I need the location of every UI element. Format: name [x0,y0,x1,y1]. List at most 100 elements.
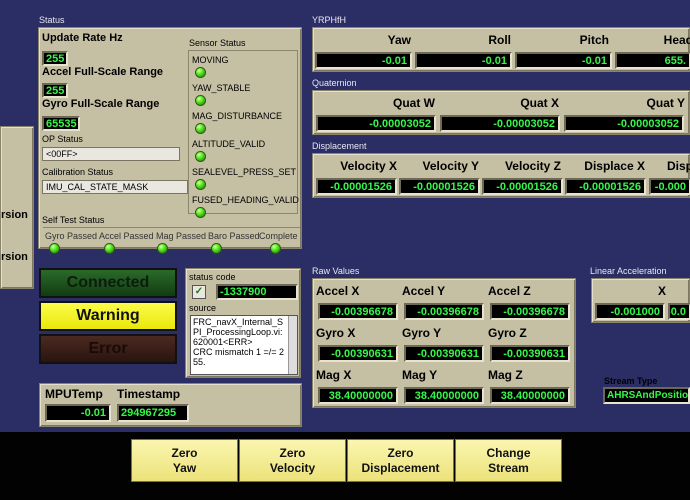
error-cluster: status code ✓ -1337900 source FRC_navX_I… [185,268,301,378]
stream-type-value[interactable]: AHRSAndPositioni [603,387,690,404]
disp-value: -0.000 [649,178,690,195]
yaw-value: -0.01 [315,52,412,69]
sensor-moving-led [195,67,206,78]
mpu-temp-value: -0.01 [45,404,111,422]
heading-value: 655. [615,52,690,69]
accel-y-value: -0.00396678 [404,303,484,320]
mag-x-value: 38.40000000 [318,387,398,404]
error-code-value: -1337900 [216,284,298,300]
op-status-label: OP Status [42,134,83,144]
mag-z-label: Mag Z [488,368,523,382]
quat-y-header: Quat Y [646,96,685,110]
linear-panel: X -0.001000 -0.0 [591,278,690,323]
change-stream-line2: Stream [488,460,529,475]
sensor-fused-heading-led [195,207,206,218]
clipped-label-1: rsion [1,209,28,221]
warning-indicator: Warning [39,301,177,331]
linear-y-value: -0.0 [668,303,690,320]
displace-x-header: Displace X [584,159,645,173]
velocity-z-header: Velocity Z [504,159,561,173]
status-panel: Update Rate Hz 255 Accel Full-Scale Rang… [38,27,302,254]
sensor-moving-label: MOVING [192,55,229,65]
zero-velocity-button[interactable]: Zero Velocity [239,439,346,482]
clipped-label-2: rsion [1,251,28,263]
accel-z-value: -0.00396678 [490,303,570,320]
error-code-label: code [216,272,236,282]
roll-header: Roll [488,33,511,47]
displacement-section-title: Displacement [312,141,367,151]
gyro-fs-value: 65535 [42,116,80,131]
error-indicator: Error [39,334,177,364]
cal-status-value: IMU_CAL_STATE_MASK [42,180,188,194]
raw-panel: Accel X Accel Y Accel Z -0.00396678 -0.0… [312,278,576,408]
zero-velocity-line1: Zero [279,445,306,460]
sensor-status-box: MOVING YAW_STABLE MAG_DISTURBANCE ALTITU… [188,50,299,218]
zero-yaw-button[interactable]: Zero Yaw [131,439,238,482]
self-test-baro-led [211,243,222,254]
zero-yaw-line2: Yaw [172,460,197,475]
self-test-gyro-led [49,243,60,254]
yprh-section-title: YRPHfH [312,15,347,25]
gyro-z-label: Gyro Z [488,326,527,340]
self-test-accel-label: Accel Passed [99,231,154,241]
gyro-fs-label: Gyro Full-Scale Range [42,98,160,110]
sensor-sealevel-label: SEALEVEL_PRESS_SET [192,167,297,177]
velocity-z-value: -0.00001526 [482,178,563,195]
accel-fs-value: 255 [42,83,68,98]
zero-displacement-line1: Zero [387,445,414,460]
yprh-panel: Yaw Roll Pitch Head -0.01 -0.01 -0.01 65… [312,27,690,72]
quaternion-section-title: Quaternion [312,78,357,88]
self-test-label: Self Test Status [42,215,105,225]
accel-fs-label: Accel Full-Scale Range [42,66,164,78]
status-section-title: Status [39,15,65,25]
zero-displacement-button[interactable]: Zero Displacement [347,439,454,482]
gyro-z-value: -0.00390631 [490,345,570,362]
gyro-y-label: Gyro Y [402,326,442,340]
self-test-complete-label: Complete [259,231,298,241]
change-stream-line1: Change [486,445,531,460]
mpu-panel: MPUTemp -0.01 Timestamp 294967295 [39,383,302,427]
self-test-mag-led [157,243,168,254]
mag-y-value: 38.40000000 [404,387,484,404]
self-test-complete-led [270,243,281,254]
gyro-x-label: Gyro X [316,326,356,340]
self-test-gyro-label: Gyro Passed [45,231,98,241]
sensor-altitude-valid-led [195,151,206,162]
mag-z-value: 38.40000000 [490,387,570,404]
zero-displacement-line2: Displacement [361,460,440,475]
error-status-label: status [189,272,214,282]
timestamp-value: 294967295 [117,404,189,422]
sensor-altitude-valid-label: ALTITUDE_VALID [192,139,266,149]
velocity-x-value: -0.00001526 [316,178,397,195]
velocity-x-header: Velocity X [340,159,397,173]
change-stream-button[interactable]: Change Stream [455,439,562,482]
pitch-header: Pitch [579,33,609,47]
linear-x-value: -0.001000 [595,303,665,320]
cal-status-label: Calibration Status [42,167,114,177]
sensor-yaw-stable-label: YAW_STABLE [192,83,251,93]
gyro-y-value: -0.00390631 [404,345,484,362]
sensor-yaw-stable-led [195,95,206,106]
velocity-y-header: Velocity Y [422,159,479,173]
self-test-baro-label: Baro Passed [208,231,260,241]
error-status-check: ✓ [192,285,206,299]
displacement-panel: Velocity X Velocity Y Velocity Z Displac… [312,153,690,198]
error-source-label: source [189,303,217,313]
error-source-scrollbar[interactable] [288,316,297,374]
accel-z-label: Accel Z [488,284,531,298]
quat-x-value: -0.00003052 [440,115,560,132]
accel-y-label: Accel Y [402,284,446,298]
linear-section-title: Linear Acceleration [590,266,667,276]
update-rate-label: Update Rate Hz [42,32,123,44]
disp-header: Disp [667,159,690,173]
clipped-left-panel: rsion rsion [0,126,34,289]
sensor-mag-disturbance-led [195,123,206,134]
accel-x-label: Accel X [316,284,360,298]
error-source-text[interactable]: FRC_navX_Internal_SPI_ProcessingLoop.vi:… [190,315,298,375]
heading-header: Head [663,33,690,47]
displace-x-value: -0.00001526 [565,178,646,195]
sensor-status-label: Sensor Status [189,38,246,48]
pitch-value: -0.01 [515,52,612,69]
zero-velocity-line2: Velocity [269,460,316,475]
quat-w-value: -0.00003052 [316,115,436,132]
